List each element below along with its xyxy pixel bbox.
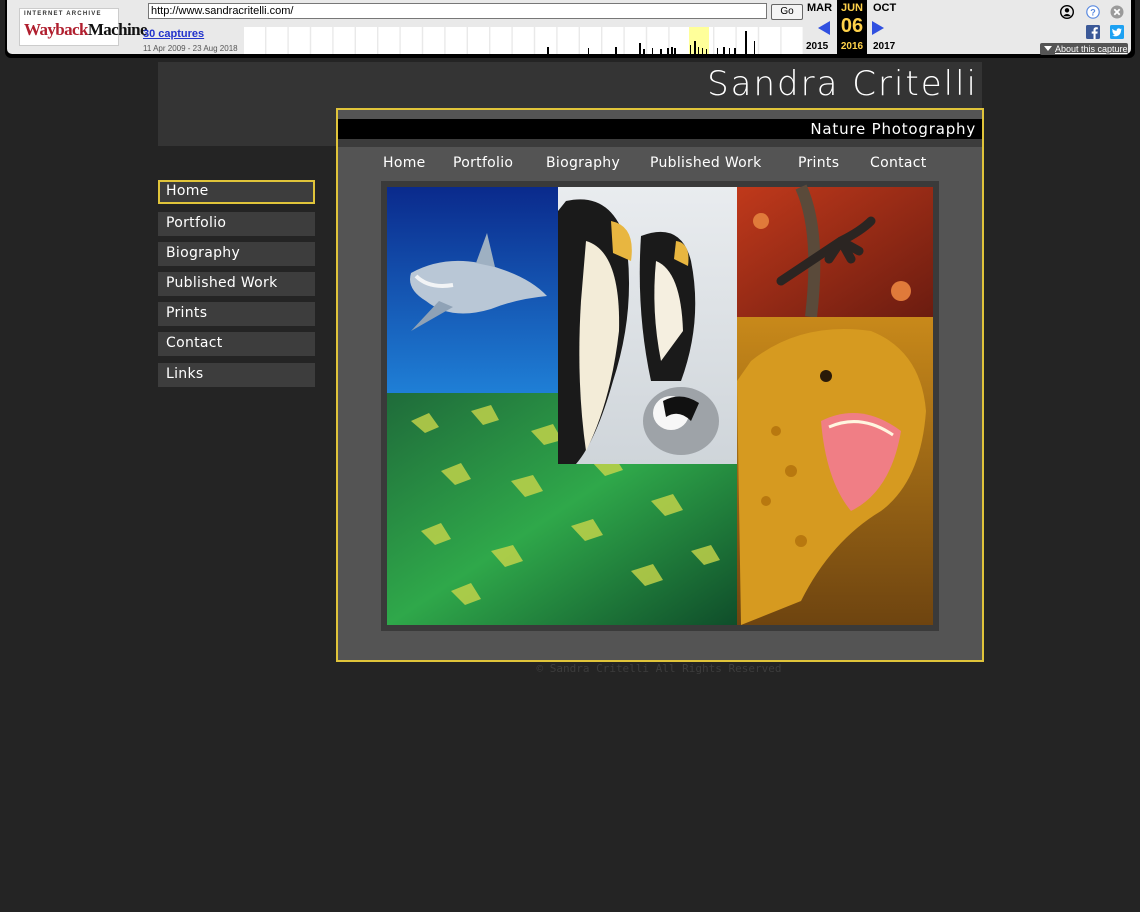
content-frame: Nature Photography Home Portfolio Biogra…	[336, 108, 984, 662]
subtitle-bar: Nature Photography	[338, 119, 982, 139]
sidenav-published-work-label: Published Work	[166, 275, 278, 291]
twitter-icon[interactable]	[1110, 25, 1124, 39]
captures-link[interactable]: 30 captures	[143, 28, 204, 40]
sidenav-biography-label: Biography	[166, 245, 241, 261]
sidenav-prints[interactable]: Prints	[158, 302, 315, 326]
next-capture-arrow-icon[interactable]	[872, 21, 884, 35]
sidenav-biography[interactable]: Biography	[158, 242, 315, 266]
prev-year-link[interactable]: 2015	[806, 41, 828, 52]
sidenav-contact-label: Contact	[166, 335, 223, 351]
topnav-biography[interactable]: Biography	[546, 155, 620, 171]
topnav-portfolio[interactable]: Portfolio	[453, 155, 513, 171]
sidenav-portfolio[interactable]: Portfolio	[158, 212, 315, 236]
prev-month-link[interactable]: MAR	[807, 2, 832, 14]
collage-image	[387, 184, 933, 625]
dropdown-triangle-icon	[1044, 46, 1052, 51]
wayback-logo-machine: Machine	[87, 20, 148, 39]
sidenav-home[interactable]: Home	[158, 180, 315, 204]
sidenav-portfolio-label: Portfolio	[166, 215, 227, 231]
sidenav-contact[interactable]: Contact	[158, 332, 315, 356]
prev-capture-arrow-icon[interactable]	[818, 21, 830, 35]
sidenav-links-label: Links	[166, 366, 204, 382]
wayback-toolbar: INTERNET ARCHIVE WaybackMachine http://w…	[5, 0, 1135, 58]
capture-date-range: 11 Apr 2009 - 23 Aug 2018	[143, 44, 238, 53]
sidenav-links[interactable]: Links	[158, 363, 315, 387]
current-capture-date: JUN 06 2016	[837, 0, 867, 54]
wayback-toolbar-body: INTERNET ARCHIVE WaybackMachine http://w…	[7, 0, 1131, 55]
wayback-logo-top: INTERNET ARCHIVE	[24, 11, 102, 17]
next-month-link[interactable]: OCT	[873, 2, 896, 14]
wayback-logo-way: Wayback	[24, 20, 88, 39]
topnav-home[interactable]: Home	[383, 155, 426, 171]
go-button[interactable]: Go	[771, 4, 803, 20]
url-input[interactable]: http://www.sandracritelli.com/	[148, 3, 767, 19]
close-icon[interactable]	[1110, 5, 1124, 19]
wayback-logo[interactable]: INTERNET ARCHIVE WaybackMachine	[19, 8, 148, 46]
header-left-panel	[158, 62, 336, 146]
facebook-icon[interactable]	[1086, 25, 1100, 39]
sidenav-home-label: Home	[166, 183, 209, 199]
site-subtitle: Nature Photography	[810, 120, 976, 138]
topnav-contact[interactable]: Contact	[870, 155, 927, 171]
current-day: 06	[840, 15, 864, 37]
photo-collage	[381, 181, 939, 631]
site-title: Sandra Critelli	[707, 64, 978, 104]
user-account-icon[interactable]	[1060, 5, 1074, 19]
topnav-published-work[interactable]: Published Work	[650, 155, 762, 171]
copyright-footer: © Sandra Critelli All Rights Reserved	[536, 662, 782, 675]
capture-sparkline[interactable]	[243, 27, 803, 54]
help-icon[interactable]: ?	[1086, 5, 1100, 19]
current-year: 2016	[840, 41, 864, 52]
wayback-logo-word: WaybackMachine	[24, 20, 148, 40]
next-year-link[interactable]: 2017	[873, 41, 895, 52]
sidenav-published-work[interactable]: Published Work	[158, 272, 315, 296]
about-capture-link[interactable]: About this capture	[1040, 43, 1128, 55]
current-month: JUN	[840, 2, 863, 14]
sidenav-prints-label: Prints	[166, 305, 208, 321]
topnav-prints[interactable]: Prints	[798, 155, 839, 171]
svg-text:?: ?	[1090, 8, 1096, 18]
about-capture-label: About this capture	[1055, 44, 1128, 54]
subtitle-shadow	[338, 139, 982, 147]
